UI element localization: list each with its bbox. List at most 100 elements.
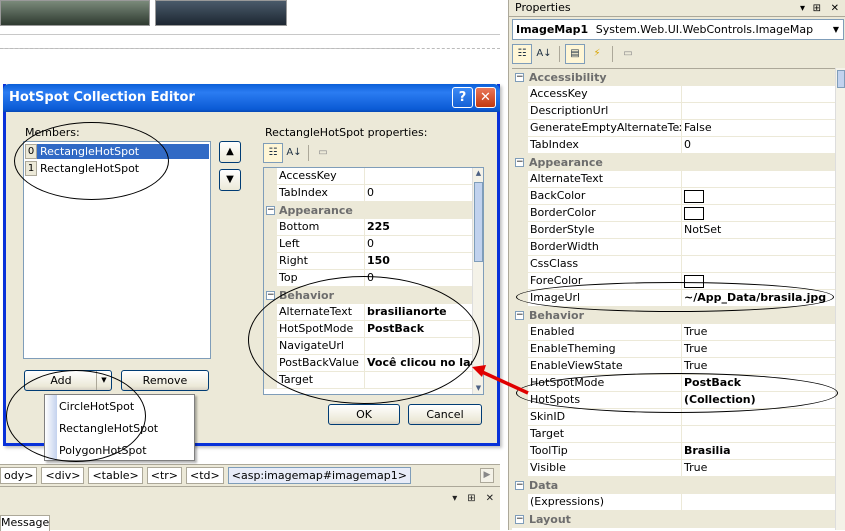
move-up-button[interactable]: ▲ — [219, 141, 241, 163]
property-value[interactable] — [682, 205, 844, 221]
collapse-icon[interactable]: − — [515, 73, 524, 82]
property-category[interactable]: − Appearance — [264, 202, 483, 219]
categorized-icon[interactable]: ☷ — [263, 143, 283, 163]
property-row[interactable]: AccessKey — [512, 86, 844, 103]
property-value[interactable]: brasilianorte — [365, 304, 483, 320]
property-row[interactable]: BackColor — [512, 188, 844, 205]
properties-icon[interactable]: ▤ — [565, 44, 585, 64]
move-down-button[interactable]: ▼ — [219, 169, 241, 191]
dialog-titlebar[interactable]: HotSpot Collection Editor ? ✕ — [3, 84, 500, 112]
property-row[interactable]: Visible True — [512, 460, 844, 477]
pin-icon[interactable]: ⊞ — [813, 1, 821, 17]
collapse-icon[interactable]: − — [515, 158, 524, 167]
property-row[interactable]: TabIndex 0 — [512, 137, 844, 154]
tag-item[interactable]: <tr> — [146, 467, 183, 484]
tag-item[interactable]: ody> — [0, 467, 38, 484]
property-value[interactable]: ~/App_Data/brasila.jpg — [682, 290, 844, 306]
chevron-down-icon[interactable]: ▼ — [829, 20, 843, 39]
member-item[interactable]: 0 RectangleHotSpot — [25, 143, 209, 159]
property-row[interactable]: Top 0 — [264, 270, 483, 287]
property-category[interactable]: − Layout — [512, 511, 844, 528]
property-value[interactable]: 0 — [365, 270, 483, 286]
close-icon[interactable]: ✕ — [486, 493, 494, 504]
property-row[interactable]: CssClass — [512, 256, 844, 273]
property-row[interactable]: Target — [512, 426, 844, 443]
pin-icon[interactable]: ⊞ — [467, 493, 475, 504]
collapse-icon[interactable]: − — [515, 515, 524, 524]
property-row[interactable]: ForeColor — [512, 273, 844, 290]
property-value[interactable]: Brasilia — [682, 443, 844, 459]
property-row[interactable]: HotSpots (Collection) — [512, 392, 844, 409]
object-selector[interactable]: ImageMap1 System.Web.UI.WebControls.Imag… — [512, 19, 844, 40]
events-icon[interactable]: ⚡ — [587, 44, 607, 64]
remove-button[interactable]: Remove — [121, 370, 209, 391]
property-category[interactable]: − Accessibility — [512, 69, 844, 86]
scrollbar-thumb[interactable] — [837, 70, 845, 88]
collapse-icon[interactable]: − — [515, 311, 524, 320]
property-row[interactable]: GenerateEmptyAlternateText False — [512, 120, 844, 137]
property-value[interactable] — [365, 372, 483, 388]
tag-item[interactable]: <div> — [41, 467, 85, 484]
menu-item-polygon-hotspot[interactable]: PolygonHotSpot — [59, 442, 147, 460]
property-category[interactable]: − Appearance — [512, 154, 844, 171]
scrollbar-thumb[interactable] — [474, 182, 483, 262]
property-row[interactable]: ToolTip Brasilia — [512, 443, 844, 460]
property-row[interactable]: (Expressions) — [512, 494, 844, 511]
alphabetical-icon[interactable]: A↓ — [284, 143, 304, 163]
cancel-button[interactable]: Cancel — [408, 404, 482, 425]
scroll-up-icon[interactable]: ▲ — [473, 168, 483, 179]
property-row[interactable]: HotSpotMode PostBack — [512, 375, 844, 392]
property-row[interactable]: NavigateUrl — [264, 338, 483, 355]
property-value[interactable] — [365, 168, 483, 184]
property-row[interactable]: SkinID — [512, 409, 844, 426]
property-row[interactable]: AlternateText — [512, 171, 844, 188]
property-value[interactable]: (Collection) — [682, 392, 844, 408]
member-item[interactable]: 1 RectangleHotSpot — [25, 160, 209, 176]
categorized-icon[interactable]: ☷ — [512, 44, 532, 64]
property-value[interactable]: PostBack — [682, 375, 844, 391]
property-value[interactable] — [682, 409, 844, 425]
property-category[interactable]: − Behavior — [512, 307, 844, 324]
property-pages-icon[interactable]: ▭ — [313, 143, 333, 163]
property-value[interactable]: True — [682, 324, 844, 340]
property-row[interactable]: Bottom 225 — [264, 219, 483, 236]
property-value[interactable] — [682, 188, 844, 204]
property-value[interactable]: 225 — [365, 219, 483, 235]
property-pages-icon[interactable]: ▭ — [618, 44, 638, 64]
property-value[interactable]: True — [682, 341, 844, 357]
tag-item[interactable]: <td> — [186, 467, 224, 484]
property-row[interactable]: BorderColor — [512, 205, 844, 222]
tag-item[interactable]: <asp:imagemap#imagemap1> — [227, 467, 411, 484]
property-value[interactable]: NotSet — [682, 222, 844, 238]
property-value[interactable] — [682, 239, 844, 255]
tag-item[interactable]: <table> — [88, 467, 143, 484]
dropdown-icon[interactable]: ▾ — [452, 493, 457, 504]
property-value[interactable]: 0 — [365, 185, 483, 201]
collapse-icon[interactable]: − — [266, 206, 275, 215]
property-row[interactable]: HotSpotMode PostBack — [264, 321, 483, 338]
tab-messages[interactable]: Messages — [0, 515, 50, 531]
property-row[interactable]: Target — [264, 372, 483, 389]
property-value[interactable]: Você clicou no lad — [365, 355, 483, 371]
help-button[interactable]: ? — [452, 87, 473, 108]
property-row[interactable]: TabIndex 0 — [264, 185, 483, 202]
members-list[interactable]: 0 RectangleHotSpot 1 RectangleHotSpot — [23, 141, 211, 359]
property-value[interactable] — [682, 256, 844, 272]
alphabetical-icon[interactable]: A↓ — [534, 44, 554, 64]
close-icon[interactable]: ✕ — [831, 1, 839, 17]
property-row[interactable]: DescriptionUrl — [512, 103, 844, 120]
property-category[interactable]: − Data — [512, 477, 844, 494]
property-row[interactable]: EnableViewState True — [512, 358, 844, 375]
property-category[interactable]: − Behavior — [264, 287, 483, 304]
property-row[interactable]: AlternateText brasilianorte — [264, 304, 483, 321]
collapse-icon[interactable]: − — [266, 291, 275, 300]
property-row[interactable]: BorderWidth — [512, 239, 844, 256]
close-button[interactable]: ✕ — [475, 87, 496, 108]
property-value[interactable]: PostBack — [365, 321, 483, 337]
chevron-right-icon[interactable]: ▶ — [480, 468, 494, 483]
property-value[interactable]: True — [682, 460, 844, 476]
property-row[interactable]: BorderStyle NotSet — [512, 222, 844, 239]
property-value[interactable]: 0 — [365, 236, 483, 252]
property-value[interactable]: True — [682, 358, 844, 374]
property-row[interactable]: Right 150 — [264, 253, 483, 270]
